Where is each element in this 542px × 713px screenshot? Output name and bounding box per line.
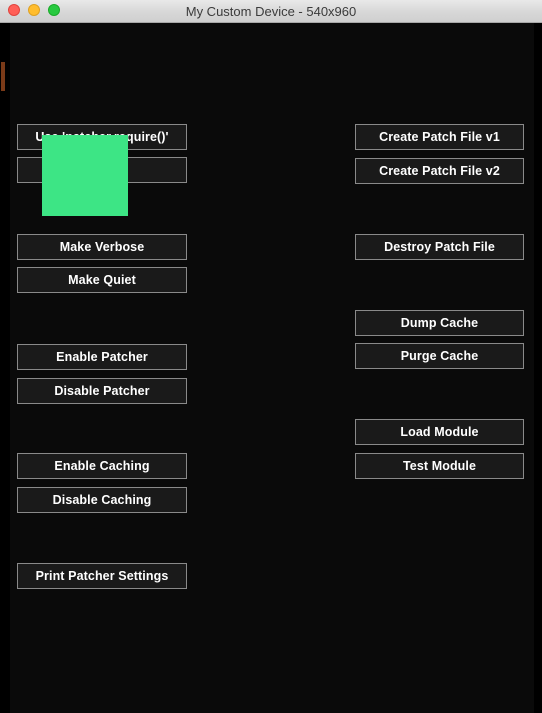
app-window: My Custom Device - 540x960 Use 'patcher.… (0, 0, 542, 713)
button-create-patch-file-v1[interactable]: Create Patch File v1 (355, 124, 524, 150)
background-window-sliver (1, 62, 5, 91)
button-dump-cache[interactable]: Dump Cache (355, 310, 524, 336)
button-enable-caching[interactable]: Enable Caching (17, 453, 187, 479)
window-title: My Custom Device - 540x960 (185, 4, 357, 19)
button-test-module[interactable]: Test Module (355, 453, 524, 479)
button-make-quiet[interactable]: Make Quiet (17, 267, 187, 293)
window-titlebar: My Custom Device - 540x960 (0, 0, 542, 23)
button-enable-patcher[interactable]: Enable Patcher (17, 344, 187, 370)
button-print-patcher-settings[interactable]: Print Patcher Settings (17, 563, 187, 589)
button-disable-caching[interactable]: Disable Caching (17, 487, 187, 513)
button-make-verbose[interactable]: Make Verbose (17, 234, 187, 260)
window-content: Use 'patcher.require()'ire()'Make Verbos… (0, 23, 542, 713)
button-destroy-patch-file[interactable]: Destroy Patch File (355, 234, 524, 260)
green-highlight-rectangle (42, 135, 128, 216)
button-create-patch-file-v2[interactable]: Create Patch File v2 (355, 158, 524, 184)
button-load-module[interactable]: Load Module (355, 419, 524, 445)
button-disable-patcher[interactable]: Disable Patcher (17, 378, 187, 404)
button-purge-cache[interactable]: Purge Cache (355, 343, 524, 369)
